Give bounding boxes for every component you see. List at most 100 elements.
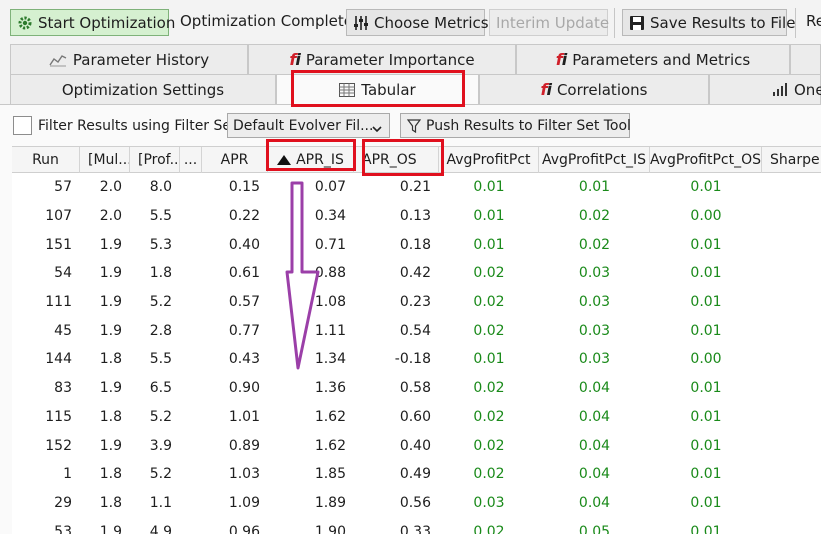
table-cell: 1.9 bbox=[99, 380, 122, 397]
table-row[interactable]: 107 2.0 5.5 0.22 0.34 0.13 0.01 0.02 0.00 bbox=[12, 202, 821, 231]
table-cell: 0.03 bbox=[578, 351, 611, 368]
column-header[interactable]: AvgProfitPct bbox=[439, 147, 539, 173]
start-optimization-button[interactable]: Start Optimization bbox=[10, 9, 175, 36]
table-row[interactable]: 152 1.9 3.9 0.89 1.62 0.40 0.02 0.04 0.01 bbox=[12, 431, 821, 460]
fi-icon: fi bbox=[555, 50, 567, 69]
table-cell: 1.9 bbox=[99, 294, 122, 311]
table-cell: 0.33 bbox=[399, 523, 431, 534]
tab-parameter-importance[interactable]: fi Parameter Importance bbox=[248, 44, 516, 74]
table-cell: 0.01 bbox=[578, 179, 611, 196]
save-results-button[interactable]: Save Results to File bbox=[622, 9, 795, 36]
tab-label: Parameters and Metrics bbox=[572, 50, 751, 69]
tab-row-top: Parameter History fi Parameter Importanc… bbox=[0, 44, 821, 74]
table-cell: 0.23 bbox=[399, 294, 431, 311]
filter-set-value: Default Evolver Fil... bbox=[233, 117, 374, 134]
push-results-label: Push Results to Filter Set Tool bbox=[426, 117, 631, 134]
column-header[interactable]: APR bbox=[202, 147, 268, 173]
table-cell: 0.01 bbox=[690, 294, 722, 311]
table-cell: 152 bbox=[45, 437, 72, 454]
column-header[interactable]: Sharpe bbox=[762, 147, 821, 173]
tabular-panel: Filter Results using Filter Set Default … bbox=[0, 104, 821, 534]
tab-overflow[interactable] bbox=[790, 44, 821, 74]
table-cell: 0.01 bbox=[690, 179, 722, 196]
filter-checkbox[interactable] bbox=[13, 116, 32, 135]
chevron-down-icon bbox=[372, 121, 382, 137]
table-cell: 107 bbox=[45, 208, 72, 225]
table-cell bbox=[180, 288, 202, 317]
table-cell: 0.90 bbox=[228, 380, 260, 397]
column-header[interactable]: ... bbox=[180, 147, 202, 173]
table-row[interactable]: 54 1.9 1.8 0.61 0.88 0.42 0.02 0.03 0.01 bbox=[12, 259, 821, 288]
choose-metrics-button[interactable]: Choose Metrics bbox=[346, 9, 489, 36]
column-header[interactable]: [Mul... bbox=[80, 147, 130, 173]
bar-chart-icon bbox=[772, 83, 788, 96]
table-cell: 0.58 bbox=[399, 380, 431, 397]
table-icon bbox=[339, 83, 356, 97]
column-header[interactable]: [Prof... bbox=[130, 147, 180, 173]
table-cell bbox=[180, 345, 202, 374]
table-cell: 1.1 bbox=[149, 494, 172, 511]
table-row[interactable]: 57 2.0 8.0 0.15 0.07 0.21 0.01 0.01 0.01 bbox=[12, 173, 821, 202]
table-cell: 8.0 bbox=[149, 179, 172, 196]
table-cell: 57 bbox=[54, 179, 72, 196]
table-row[interactable]: 45 1.9 2.8 0.77 1.11 0.54 0.02 0.03 0.01 bbox=[12, 316, 821, 345]
tab-parameter-history[interactable]: Parameter History bbox=[10, 44, 248, 74]
tab-parameters-and-metrics[interactable]: fi Parameters and Metrics bbox=[516, 44, 790, 74]
table-cell: 0.04 bbox=[578, 437, 611, 454]
table-cell: 0.02 bbox=[473, 523, 505, 534]
table-cell: 0.71 bbox=[314, 236, 346, 253]
table-cell: 6.5 bbox=[149, 380, 172, 397]
table-cell: 1.9 bbox=[99, 322, 122, 339]
filter-set-select[interactable]: Default Evolver Fil... bbox=[227, 113, 390, 138]
table-cell: 1.8 bbox=[99, 351, 122, 368]
table-row[interactable]: 83 1.9 6.5 0.90 1.36 0.58 0.02 0.04 0.01 bbox=[12, 374, 821, 403]
push-results-button[interactable]: Push Results to Filter Set Tool bbox=[400, 113, 631, 138]
table-row[interactable]: 29 1.8 1.1 1.09 1.89 0.56 0.03 0.04 0.01 bbox=[12, 489, 821, 518]
table-cell: 0.00 bbox=[690, 208, 722, 225]
column-header-label: AvgProfitPct_IS bbox=[541, 152, 647, 168]
table-cell: 0.42 bbox=[399, 265, 431, 282]
tab-label: Tabular bbox=[361, 81, 416, 99]
table-cell: 0.03 bbox=[473, 494, 505, 511]
table-cell: 0.89 bbox=[228, 437, 260, 454]
table-cell: 0.01 bbox=[473, 236, 505, 253]
table-cell: 0.02 bbox=[473, 437, 505, 454]
column-header[interactable]: AvgProfitPct_IS bbox=[539, 147, 650, 173]
table-cell: 0.04 bbox=[578, 408, 611, 425]
column-header[interactable]: AvgProfitPct_OS bbox=[650, 147, 762, 173]
tab-tabular[interactable]: Tabular bbox=[276, 74, 479, 105]
table-body: 57 2.0 8.0 0.15 0.07 0.21 0.01 0.01 0.01 107 2.0 5.… bbox=[12, 173, 821, 534]
column-header-label: Sharpe bbox=[770, 152, 820, 168]
tab-optimization-settings[interactable]: Optimization Settings bbox=[10, 74, 276, 104]
table-cell: 0.01 bbox=[690, 236, 722, 253]
table-cell: 0.05 bbox=[578, 523, 611, 534]
status-text: Optimization Complete bbox=[180, 12, 354, 30]
table-cell: -0.18 bbox=[394, 351, 431, 368]
interim-update-button[interactable]: Interim Update bbox=[489, 9, 610, 36]
tab-label: One bbox=[794, 80, 821, 99]
table-row[interactable]: 53 1.9 4.9 0.96 1.90 0.33 0.02 0.05 0.01 bbox=[12, 517, 821, 534]
table-cell: 1.8 bbox=[99, 494, 122, 511]
column-header[interactable]: APR_IS bbox=[268, 147, 354, 173]
tab-one[interactable]: One bbox=[709, 74, 821, 104]
table-cell: 1.9 bbox=[99, 236, 122, 253]
interim-update-label: Interim Update bbox=[496, 13, 610, 32]
table-cell: 0.60 bbox=[399, 408, 431, 425]
column-header[interactable]: APR_OS bbox=[354, 147, 439, 173]
table-cell: 4.9 bbox=[149, 523, 172, 534]
table-row[interactable]: 115 1.8 5.2 1.01 1.62 0.60 0.02 0.04 0.01 bbox=[12, 403, 821, 432]
column-header[interactable]: Run bbox=[12, 147, 80, 173]
tab-label: Optimization Settings bbox=[61, 80, 225, 99]
tab-correlations[interactable]: fi Correlations bbox=[479, 74, 709, 104]
table-cell: 0.61 bbox=[228, 265, 260, 282]
table-cell: 0.01 bbox=[690, 523, 722, 534]
table-cell: 1.85 bbox=[314, 466, 346, 483]
table-cell: 0.02 bbox=[473, 265, 505, 282]
table-row[interactable]: 111 1.9 5.2 0.57 1.08 0.23 0.02 0.03 0.01 bbox=[12, 288, 821, 317]
table-cell: 2.0 bbox=[99, 179, 122, 196]
table-cell: 5.2 bbox=[149, 466, 172, 483]
table-row[interactable]: 144 1.8 5.5 0.43 1.34 -0.18 0.01 0.03 0.00 bbox=[12, 345, 821, 374]
table-row[interactable]: 151 1.9 5.3 0.40 0.71 0.18 0.01 0.02 0.01 bbox=[12, 230, 821, 259]
table-row[interactable]: 1 1.8 5.2 1.03 1.85 0.49 0.02 0.04 0.01 bbox=[12, 460, 821, 489]
toolbar-separator bbox=[614, 8, 615, 38]
